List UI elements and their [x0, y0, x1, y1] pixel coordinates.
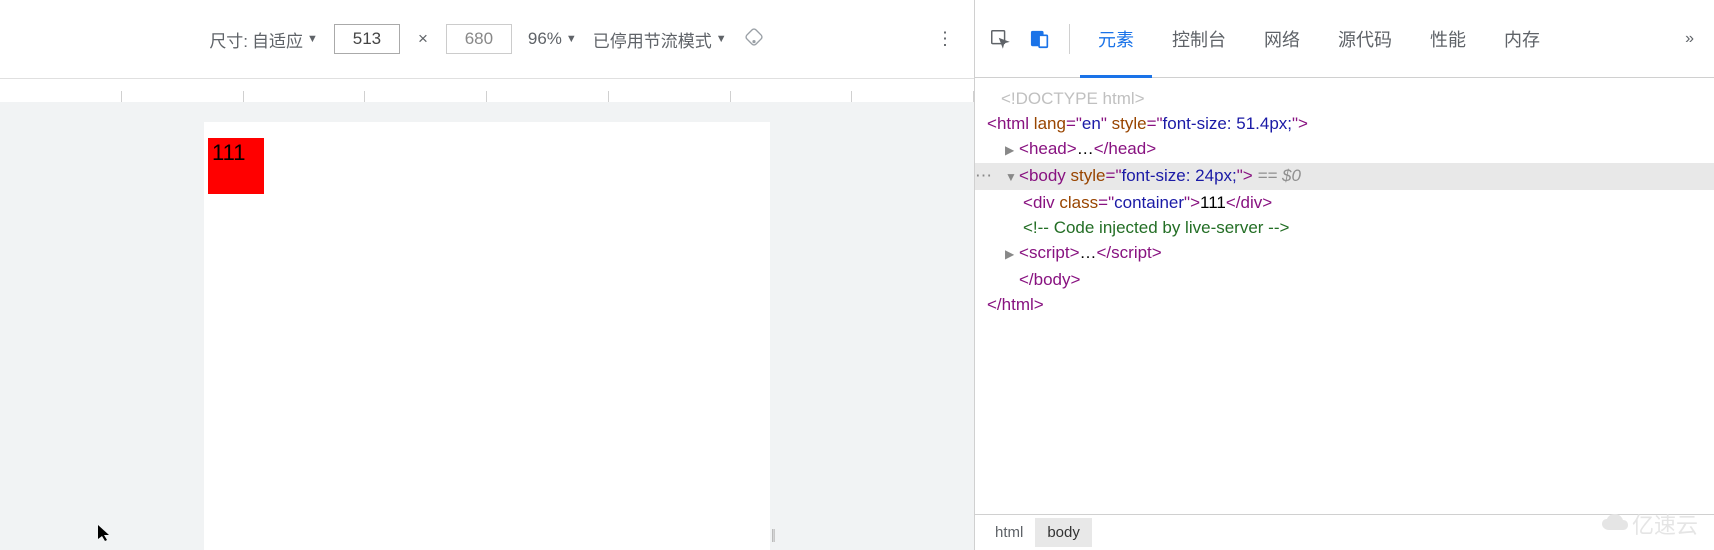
- dom-div[interactable]: <div class="container">111</div>: [975, 190, 1714, 215]
- dom-script[interactable]: ▶<script>…</script>: [975, 240, 1714, 267]
- zoom-value: 96%: [528, 29, 562, 49]
- dom-tree[interactable]: <!DOCTYPE html> <html lang="en" style="f…: [975, 78, 1714, 514]
- tab-network[interactable]: 网络: [1246, 0, 1318, 78]
- size-mode-value: 自适应: [252, 27, 303, 52]
- inspect-element-icon[interactable]: [983, 22, 1017, 56]
- device-toolbar: 尺寸: 自适应 ▼ × 96% ▼ 已停用节流模式 ▼ ⋮: [0, 0, 974, 78]
- throttle-select[interactable]: 已停用节流模式 ▼: [593, 27, 727, 52]
- tab-console[interactable]: 控制台: [1154, 0, 1244, 78]
- width-input[interactable]: [334, 24, 400, 54]
- resize-handle-icon[interactable]: ||: [771, 526, 774, 542]
- dom-html-open[interactable]: <html lang="en" style="font-size: 51.4px…: [975, 111, 1714, 136]
- dimension-separator: ×: [418, 29, 428, 49]
- device-toggle-icon[interactable]: [1023, 22, 1057, 56]
- tab-performance[interactable]: 性能: [1412, 0, 1484, 78]
- dom-comment[interactable]: <!-- Code injected by live-server -->: [975, 215, 1714, 240]
- device-frame[interactable]: 111: [204, 122, 770, 550]
- height-input[interactable]: [446, 24, 512, 54]
- more-menu-icon[interactable]: ⋮: [936, 29, 954, 50]
- dom-html-close[interactable]: </html>: [975, 292, 1714, 317]
- devtools-tabs: 元素 控制台 网络 源代码 性能 内存 »: [975, 0, 1714, 78]
- chevron-down-icon: ▼: [716, 33, 727, 45]
- devtools-panel: 元素 控制台 网络 源代码 性能 内存 » <!DOCTYPE html> <h…: [974, 0, 1714, 550]
- container-div: 111: [208, 138, 264, 194]
- more-tabs-icon[interactable]: »: [1671, 30, 1708, 48]
- size-label-text: 尺寸:: [209, 27, 248, 52]
- chevron-down-icon: ▼: [566, 33, 577, 45]
- ruler: [0, 78, 974, 102]
- rotate-icon[interactable]: [743, 26, 765, 53]
- throttle-value: 已停用节流模式: [593, 27, 712, 52]
- tab-sources[interactable]: 源代码: [1320, 0, 1410, 78]
- watermark: 亿速云: [1602, 508, 1698, 540]
- dom-body-close[interactable]: </body>: [975, 267, 1714, 292]
- tab-memory[interactable]: 内存: [1486, 0, 1558, 78]
- dom-doctype[interactable]: <!DOCTYPE html>: [975, 86, 1714, 111]
- chevron-down-icon: ▼: [307, 33, 318, 45]
- tab-elements[interactable]: 元素: [1080, 0, 1152, 78]
- viewport-area: 111 ||: [0, 102, 974, 550]
- cursor-icon: [98, 525, 112, 546]
- breadcrumb-html[interactable]: html: [983, 518, 1035, 547]
- responsive-size-select[interactable]: 尺寸: 自适应 ▼: [209, 27, 318, 52]
- device-viewport-panel: 尺寸: 自适应 ▼ × 96% ▼ 已停用节流模式 ▼ ⋮ 111 ||: [0, 0, 974, 550]
- dom-head[interactable]: ▶<head>…</head>: [975, 136, 1714, 163]
- dom-body-open[interactable]: ⋯▼<body style="font-size: 24px;"> == $0: [975, 163, 1714, 190]
- zoom-select[interactable]: 96% ▼: [528, 29, 577, 49]
- breadcrumb-body[interactable]: body: [1035, 518, 1092, 547]
